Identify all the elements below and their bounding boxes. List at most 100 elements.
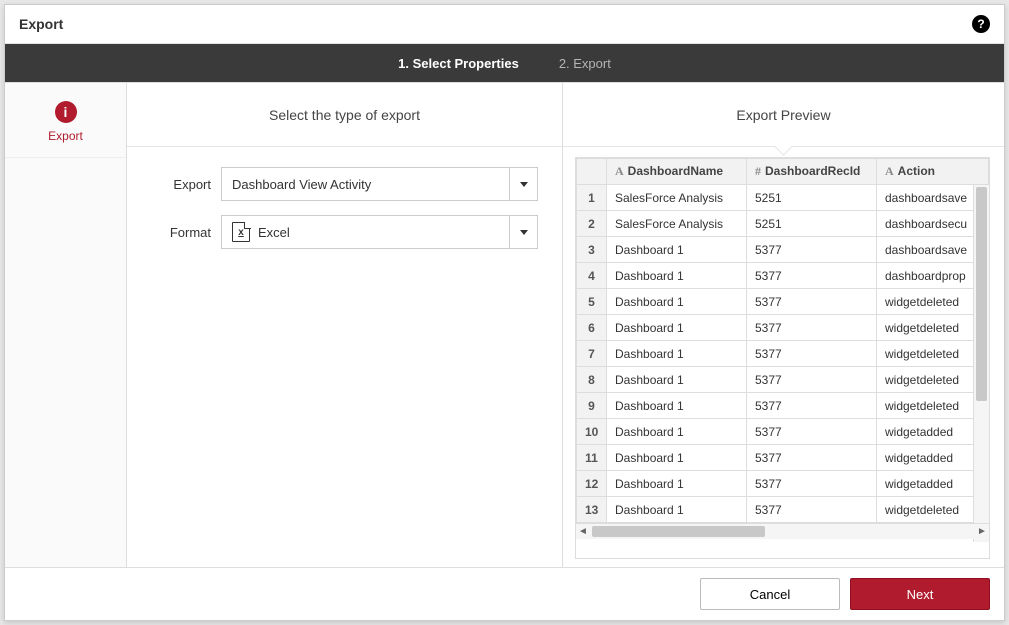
row-number: 3 [577,237,607,263]
table-row[interactable]: 11Dashboard 15377widgetadded [577,445,989,471]
cell-dashboardrecid: 5377 [747,393,877,419]
form-panel-header: Select the type of export [127,83,562,147]
export-combo-caret[interactable] [509,168,537,200]
cell-dashboardrecid: 5377 [747,471,877,497]
cell-dashboardname: Dashboard 1 [607,367,747,393]
export-combo[interactable]: Dashboard View Activity [221,167,538,201]
text-type-icon: A [885,164,894,179]
row-number: 5 [577,289,607,315]
preview-grid[interactable]: ADashboardName #DashboardRecId AAction 1… [575,157,990,559]
cell-dashboardname: Dashboard 1 [607,471,747,497]
form-panel: Select the type of export Export Dashboa… [127,83,563,567]
left-nav: i Export [5,83,127,567]
row-number: 1 [577,185,607,211]
table-row[interactable]: 8Dashboard 15377widgetdeleted [577,367,989,393]
format-combo-value: Excel [258,225,290,240]
row-number-header [577,159,607,185]
row-number: 8 [577,367,607,393]
cell-action: widgetdeleted [877,367,989,393]
number-type-icon: # [755,164,761,179]
row-number: 12 [577,471,607,497]
horizontal-scrollbar[interactable]: ◄ ► [576,523,989,539]
row-number: 10 [577,419,607,445]
scroll-left-arrow-icon[interactable]: ◄ [576,525,590,539]
cell-action: widgetdeleted [877,393,989,419]
cell-dashboardname: Dashboard 1 [607,341,747,367]
row-number: 4 [577,263,607,289]
table-row[interactable]: 9Dashboard 15377widgetdeleted [577,393,989,419]
help-icon[interactable]: ? [972,15,990,33]
row-number: 2 [577,211,607,237]
table-row[interactable]: 6Dashboard 15377widgetdeleted [577,315,989,341]
scroll-right-arrow-icon[interactable]: ► [975,525,989,539]
cell-action: widgetdeleted [877,497,989,523]
row-number: 6 [577,315,607,341]
table-row[interactable]: 3Dashboard 15377dashboardsave [577,237,989,263]
cell-action: dashboardsecu [877,211,989,237]
col-action-header[interactable]: AAction [877,159,989,185]
col-dashboardrecid-header[interactable]: #DashboardRecId [747,159,877,185]
cell-dashboardrecid: 5377 [747,315,877,341]
cell-dashboardrecid: 5377 [747,445,877,471]
table-row[interactable]: 5Dashboard 15377widgetdeleted [577,289,989,315]
cell-action: widgetdeleted [877,315,989,341]
format-combo[interactable]: x Excel [221,215,538,249]
table-row[interactable]: 1SalesForce Analysis5251dashboardsave [577,185,989,211]
cell-dashboardrecid: 5377 [747,263,877,289]
leftnav-item-export[interactable]: i Export [5,83,126,158]
format-label: Format [151,225,221,240]
cell-action: widgetdeleted [877,341,989,367]
cell-dashboardrecid: 5377 [747,237,877,263]
info-icon: i [55,101,77,123]
table-row[interactable]: 12Dashboard 15377widgetadded [577,471,989,497]
cell-dashboardname: Dashboard 1 [607,263,747,289]
cell-action: dashboardsave [877,185,989,211]
row-number: 9 [577,393,607,419]
cell-dashboardname: Dashboard 1 [607,393,747,419]
excel-file-icon: x [232,222,250,242]
cell-dashboardrecid: 5377 [747,419,877,445]
preview-panel: Export Preview ADashboardN [563,83,1004,567]
cell-action: widgetadded [877,471,989,497]
step-bar: 1. Select Properties 2. Export [5,44,1004,82]
export-combo-value: Dashboard View Activity [232,177,371,192]
cell-dashboardname: Dashboard 1 [607,419,747,445]
cell-dashboardrecid: 5377 [747,367,877,393]
cell-dashboardrecid: 5377 [747,497,877,523]
chevron-down-icon [520,182,528,187]
text-type-icon: A [615,164,624,179]
next-button[interactable]: Next [850,578,990,610]
row-number: 11 [577,445,607,471]
cell-action: dashboardsave [877,237,989,263]
row-number: 13 [577,497,607,523]
export-dialog: Export ? 1. Select Properties 2. Export … [4,4,1005,621]
step-select-properties[interactable]: 1. Select Properties [398,56,519,71]
dialog-title: Export [19,16,63,32]
table-row[interactable]: 2SalesForce Analysis5251dashboardsecu [577,211,989,237]
table-row[interactable]: 7Dashboard 15377widgetdeleted [577,341,989,367]
cancel-button[interactable]: Cancel [700,578,840,610]
cell-action: widgetadded [877,445,989,471]
cell-dashboardname: Dashboard 1 [607,445,747,471]
cell-dashboardname: SalesForce Analysis [607,211,747,237]
cell-dashboardname: SalesForce Analysis [607,185,747,211]
table-row[interactable]: 4Dashboard 15377dashboardprop [577,263,989,289]
chevron-down-icon [520,230,528,235]
format-combo-caret[interactable] [509,216,537,248]
cell-dashboardname: Dashboard 1 [607,315,747,341]
dialog-footer: Cancel Next [5,567,1004,620]
cell-dashboardrecid: 5251 [747,211,877,237]
titlebar: Export ? [5,5,1004,44]
table-row[interactable]: 10Dashboard 15377widgetadded [577,419,989,445]
row-number: 7 [577,341,607,367]
preview-header: Export Preview [563,83,1004,147]
cell-action: widgetadded [877,419,989,445]
table-row[interactable]: 13Dashboard 15377widgetdeleted [577,497,989,523]
export-label: Export [151,177,221,192]
col-dashboardname-header[interactable]: ADashboardName [607,159,747,185]
vertical-scrollbar[interactable] [973,185,989,542]
cell-dashboardrecid: 5377 [747,341,877,367]
cell-action: widgetdeleted [877,289,989,315]
step-export[interactable]: 2. Export [559,56,611,71]
cell-dashboardrecid: 5377 [747,289,877,315]
